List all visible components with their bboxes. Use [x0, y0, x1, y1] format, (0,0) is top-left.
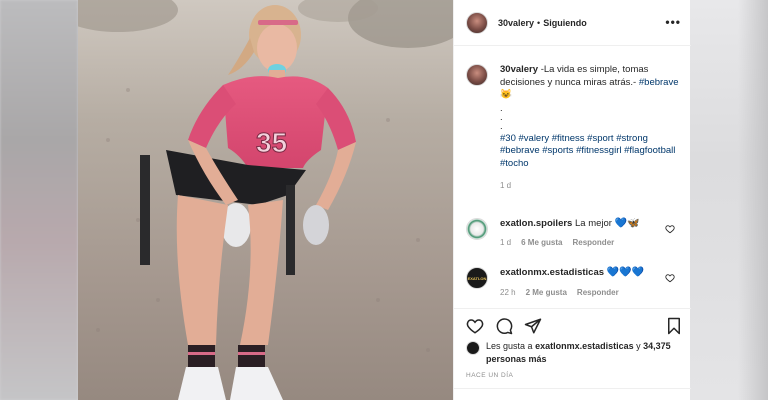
header-separator: • [537, 17, 541, 28]
blue-heart-emoji: 💙 [614, 218, 628, 229]
likes-prefix: Les gusta a [486, 341, 533, 351]
heart-icon[interactable] [466, 317, 484, 335]
caption: 30valery -La vida es simple, tomas decis… [466, 64, 681, 193]
likes-summary: Les gusta a exatlonmx.estadisticas y 34,… [466, 340, 681, 365]
divider [454, 388, 691, 389]
author-avatar[interactable] [466, 11, 488, 34]
action-bar [454, 308, 691, 342]
hashtag[interactable]: #tocho [500, 158, 529, 169]
blurred-background-right [690, 0, 768, 400]
svg-text:35: 35 [256, 127, 287, 158]
hashtag[interactable]: #flagfootball [624, 145, 675, 156]
hashtag[interactable]: #bebrave [500, 145, 540, 156]
comment-icon[interactable] [495, 317, 513, 335]
bookmark-icon[interactable] [666, 317, 682, 335]
liker-username[interactable]: exatlonmx.estadisticas [535, 341, 634, 351]
reply-button[interactable]: Responder [577, 288, 619, 297]
author-username[interactable]: 30valery [498, 18, 534, 28]
hashtag-bebrave[interactable]: #bebrave [639, 77, 679, 88]
caption-time[interactable]: 1 d [500, 180, 680, 193]
blurred-background-left [0, 0, 78, 400]
post-panel: 30valery • Siguiendo ••• 30valery -La vi… [453, 0, 691, 400]
commenter-avatar[interactable] [466, 218, 488, 240]
blue-heart-emoji: 💙 [606, 267, 620, 278]
hashtag-list: #30 #valery #fitness #sport #strong #beb… [500, 133, 680, 171]
caption-username[interactable]: 30valery [500, 64, 538, 75]
commenter-username[interactable]: exatlonmx.estadisticas [500, 267, 604, 278]
liker-avatar[interactable] [466, 341, 480, 355]
comment-likes[interactable]: 2 Me gusta [526, 288, 567, 297]
hashtag[interactable]: #30 [500, 133, 516, 144]
post-photo[interactable]: 35 [78, 0, 453, 400]
avatar-logo-text: EXATLON [467, 275, 487, 281]
cat-emoji: 😺 [500, 89, 512, 100]
caption-avatar[interactable] [466, 64, 488, 86]
comment-item: exatlon.spoilers La mejor 💙🦋 1 d 6 Me gu… [466, 218, 681, 247]
following-button[interactable]: Siguiendo [543, 18, 587, 28]
hashtag[interactable]: #valery [519, 133, 550, 144]
commenter-username[interactable]: exatlon.spoilers [500, 218, 572, 229]
caption-dot: . [500, 120, 503, 132]
comment-likes[interactable]: 6 Me gusta [521, 238, 562, 247]
hashtag[interactable]: #fitness [552, 133, 585, 144]
photo-illustration: 35 [78, 0, 453, 400]
hashtag[interactable]: #sport [587, 133, 613, 144]
heart-icon[interactable] [665, 224, 675, 234]
hashtag[interactable]: #fitnessgirl [576, 145, 621, 156]
hashtag[interactable]: #sports [542, 145, 573, 156]
commenter-avatar[interactable]: EXATLON [466, 267, 488, 289]
post-timestamp[interactable]: HACE UN DÍA [466, 372, 513, 379]
caption-dot: . [500, 102, 503, 114]
butterfly-emoji: 🦋 [627, 218, 640, 229]
likes-mid: y [636, 341, 641, 351]
heart-icon[interactable] [665, 273, 675, 283]
share-icon[interactable] [524, 317, 542, 335]
post-header: 30valery • Siguiendo ••• [454, 0, 691, 46]
blue-heart-emoji: 💙 [619, 267, 632, 278]
more-icon[interactable]: ••• [665, 15, 681, 29]
hashtag[interactable]: #strong [616, 133, 648, 144]
comment-time[interactable]: 1 d [500, 238, 511, 247]
blue-heart-emoji: 💙 [631, 267, 645, 278]
reply-button[interactable]: Responder [572, 238, 614, 247]
comment-time[interactable]: 22 h [500, 288, 516, 297]
comment-item: EXATLON exatlonmx.estadisticas 💙💙💙 22 h … [466, 267, 681, 297]
caption-dot: . [500, 111, 503, 123]
comment-text: La mejor [574, 218, 612, 229]
